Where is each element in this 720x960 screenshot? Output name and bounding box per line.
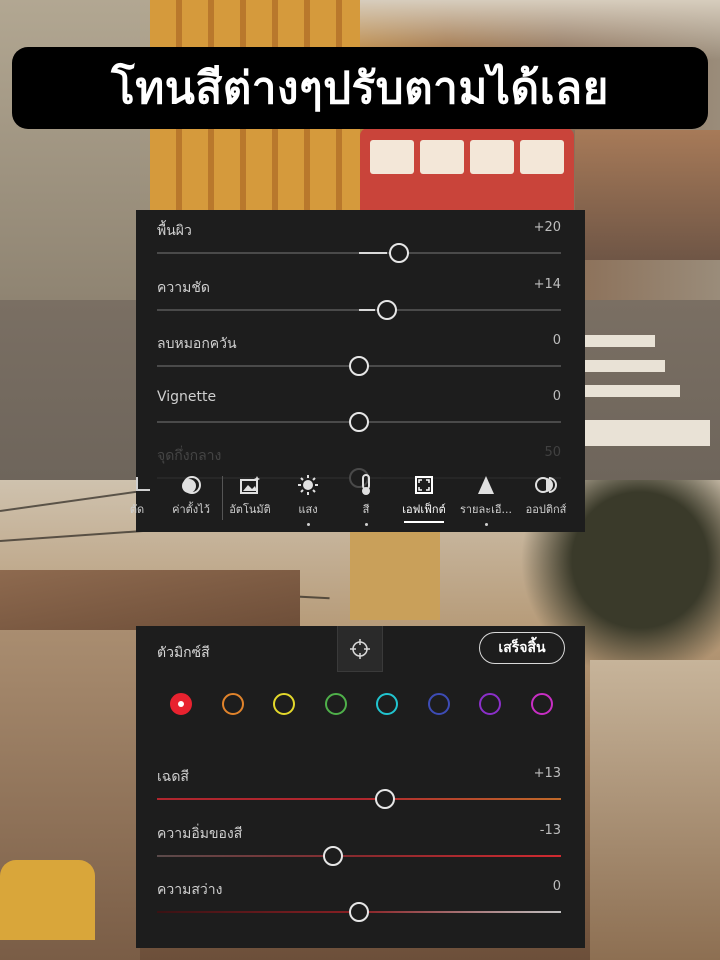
effects-panel: พื้นผิว +20 ความชัด +14 ลบหมอกควัน 0 Vignette 0… [130,210,585,532]
slider-value: 0 [552,879,561,894]
slider-knob[interactable] [375,789,396,809]
swatch-orange[interactable] [221,693,244,715]
slider-label: ลบหมอกควัน [157,336,237,352]
slider-1[interactable]: พื้นผิว +20 [157,220,561,263]
tool-detail-indicator [484,523,488,526]
slider-2[interactable]: ความอิ่มของสี -13 [157,823,561,866]
slider-fill [359,252,388,254]
slider-4[interactable]: Vignette 0 [157,389,561,432]
page-title: โทนสีต่างๆปรับตามได้เลย [111,63,609,114]
detail-icon [477,470,495,500]
taxi [0,860,95,940]
tool-crop-label: ตัด [130,503,145,516]
slider-knob[interactable] [377,300,398,320]
target-adjust-button[interactable] [337,626,383,672]
tool-presets[interactable]: ค่าตั้งไว้ [166,466,216,532]
effects-icon [414,470,434,500]
tool-color-label: สี [362,503,370,516]
done-button[interactable]: เสร็จสิ้น [479,632,565,664]
tool-presets-label: ค่าตั้งไว้ [172,503,210,516]
slider-1[interactable]: เฉดสี +13 [157,766,561,809]
optics-icon [535,470,557,500]
slider-knob[interactable] [349,412,369,432]
slider-2[interactable]: ความชัด +14 [157,277,561,320]
slider-value: +14 [533,277,561,292]
crop-icon [133,470,151,500]
slider-value: 0 [552,389,561,404]
edit-toolbar: ตัด ค่าตั้งไว้ อัตโนมัติ แสง สี เอฟเฟ็กต… [130,466,585,532]
slider-knob[interactable] [389,243,410,263]
presets-icon [180,470,202,500]
slider-fill [359,309,376,311]
tool-color-indicator [364,523,368,526]
tool-effects-label: เอฟเฟ็กต์ [402,503,446,516]
toolbar-divider [222,476,223,520]
light-icon [297,470,319,500]
color-mixer-panel: ตัวมิกซ์สี เสร็จสิ้น เฉดสี +13 ความอิ่มของ… [136,626,585,948]
swatch-red[interactable] [170,693,192,715]
swatch-yellow[interactable] [273,693,295,715]
slider-label: Vignette [157,389,217,405]
swatch-green[interactable] [324,693,347,715]
slider-fill [345,855,359,857]
bus [360,128,574,210]
swatch-blue[interactable] [427,693,450,715]
slider-label: ความอิ่มของสี [157,826,243,842]
slider-fill [359,798,373,800]
slider-value: -13 [539,823,561,838]
title-banner: โทนสีต่างๆปรับตามได้เลย [12,47,708,129]
tool-optics[interactable]: ออปติกส์ [520,466,572,532]
slider-3[interactable]: ความสว่าง 0 [157,879,561,922]
tool-detail-label: รายละเอี... [459,503,513,516]
slider-label: ความชัด [157,280,210,296]
swatch-aqua[interactable] [376,693,398,715]
tool-auto[interactable]: อัตโนมัติ [224,466,276,532]
slider-value: +20 [533,220,561,235]
slider-label: ความสว่าง [157,882,223,898]
slider-value: +13 [533,766,561,781]
slider-label: จุดกึ่งกลาง [157,448,222,464]
swatch-magenta[interactable] [530,693,553,715]
tool-crop[interactable]: ตัด [130,466,154,532]
swatch-purple[interactable] [479,693,501,715]
tool-color[interactable]: สี [348,466,384,532]
slider-value: 50 [544,445,561,460]
target-icon [350,638,370,659]
tool-effects-active-indicator [404,521,444,523]
slider-label: พื้นผิว [157,223,192,239]
slider-3[interactable]: ลบหมอกควัน 0 [157,333,561,376]
auto-icon [239,470,261,500]
slider-label: เฉดสี [157,769,189,785]
slider-knob[interactable] [349,356,369,376]
slider-track[interactable] [157,855,561,857]
tool-optics-label: ออปติกส์ [525,503,567,516]
tool-light-label: แสง [298,503,318,516]
slider-knob[interactable] [322,846,343,866]
slider-knob[interactable] [349,902,369,922]
color-mixer-title: ตัวมิกซ์สี [157,645,210,661]
tool-light-indicator [306,523,310,526]
tool-detail[interactable]: รายละเอี... [456,466,516,532]
tool-effects[interactable]: เอฟเฟ็กต์ [398,466,450,532]
color-icon [359,470,373,500]
tool-light[interactable]: แสง [288,466,328,532]
tool-auto-label: อัตโนมัติ [229,503,271,516]
slider-value: 0 [552,333,561,348]
